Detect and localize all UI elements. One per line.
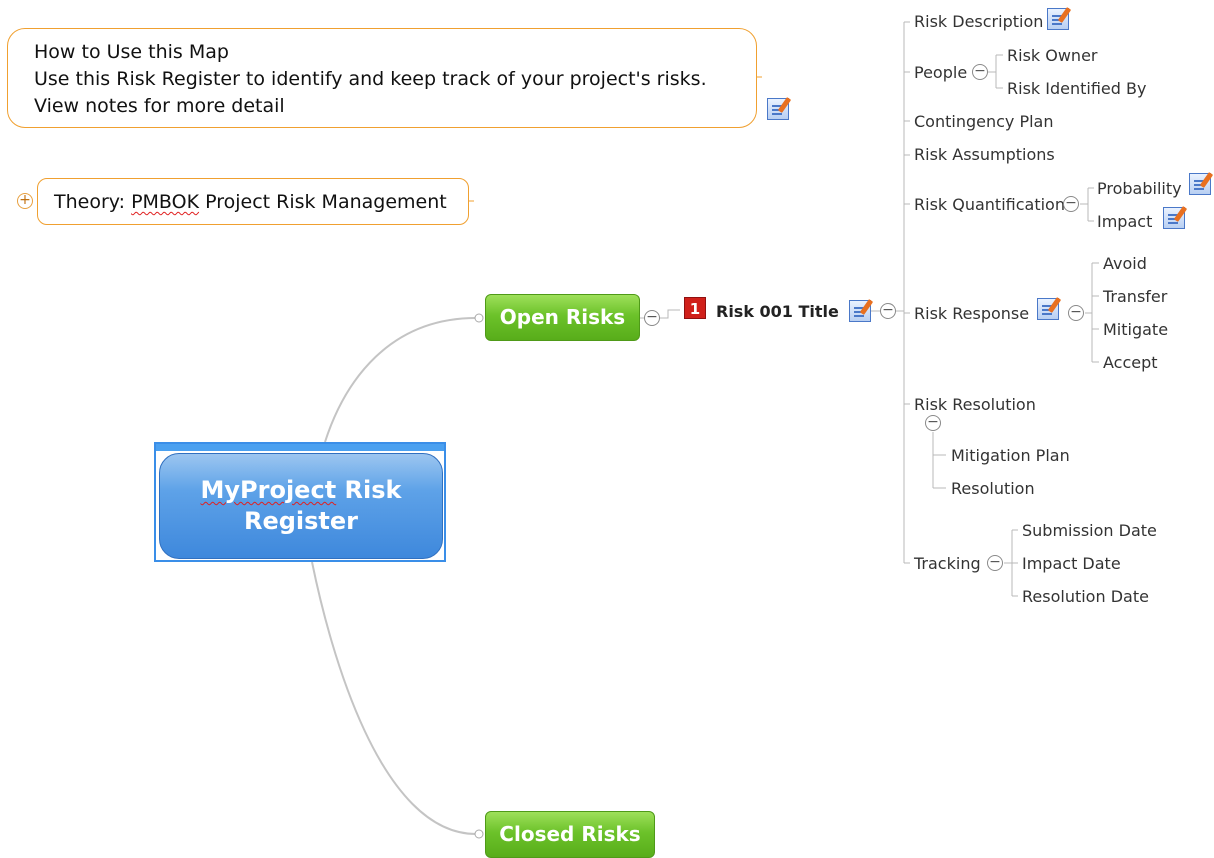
risk-owner-topic[interactable]: Risk Owner [1007,46,1098,65]
notes-icon[interactable] [1047,8,1069,30]
risk-identified-by-topic[interactable]: Risk Identified By [1007,79,1146,98]
submission-date-topic[interactable]: Submission Date [1022,521,1157,540]
mitigate-topic[interactable]: Mitigate [1103,320,1168,339]
selection-strip [156,444,444,451]
how-to-title: How to Use this Map [34,41,229,63]
priority-badge: 1 [684,297,706,319]
risk-quantification-topic[interactable]: Risk Quantification [914,195,1065,214]
risk-resolution-topic[interactable]: Risk Resolution [914,395,1036,414]
probability-topic[interactable]: Probability [1097,179,1182,198]
collapse-icon[interactable]: − [1063,196,1079,212]
expand-icon[interactable]: + [17,193,33,209]
accept-topic[interactable]: Accept [1103,353,1158,372]
mitigation-plan-topic[interactable]: Mitigation Plan [951,446,1070,465]
notes-icon[interactable] [1037,298,1059,320]
impact-date-topic[interactable]: Impact Date [1022,554,1121,573]
notes-icon[interactable] [767,98,789,120]
central-topic[interactable]: MyProject Risk Register [159,453,443,559]
collapse-icon[interactable]: − [880,303,896,319]
central-topic-word1: MyProject [200,476,337,504]
transfer-topic[interactable]: Transfer [1103,287,1167,306]
how-to-notes-hint: View notes for more detail [34,95,285,117]
notes-icon[interactable] [849,300,871,322]
open-risks-topic[interactable]: Open Risks [485,294,640,341]
how-to-description: Use this Risk Register to identify and k… [34,68,707,90]
risk-title[interactable]: Risk 001 Title [716,302,839,321]
resolution-topic[interactable]: Resolution [951,479,1035,498]
collapse-icon[interactable]: − [925,415,941,431]
risk-assumptions-topic[interactable]: Risk Assumptions [914,145,1055,164]
collapse-icon[interactable]: − [972,64,988,80]
theory-pmbok: PMBOK [131,191,200,213]
risk-response-topic[interactable]: Risk Response [914,304,1029,323]
central-topic-line2: Register [243,507,359,535]
how-to-use-callout[interactable]: How to Use this Map Use this Risk Regist… [7,28,757,128]
impact-topic[interactable]: Impact [1097,212,1152,231]
theory-callout[interactable]: Theory: PMBOK Project Risk Management [37,178,469,225]
theory-suffix: Project Risk Management [199,191,447,213]
risk-description-topic[interactable]: Risk Description [914,12,1043,31]
people-topic[interactable]: People [914,63,967,82]
theory-prefix: Theory: [54,191,132,213]
tracking-topic[interactable]: Tracking [914,554,981,573]
notes-icon[interactable] [1189,173,1211,195]
avoid-topic[interactable]: Avoid [1103,254,1147,273]
collapse-icon[interactable]: − [644,310,660,326]
central-topic-selection[interactable]: MyProject Risk Register [154,442,446,562]
collapse-icon[interactable]: − [987,555,1003,571]
collapse-icon[interactable]: − [1068,305,1084,321]
closed-risks-topic[interactable]: Closed Risks [485,811,655,858]
resolution-date-topic[interactable]: Resolution Date [1022,587,1149,606]
notes-icon[interactable] [1163,207,1185,229]
contingency-plan-topic[interactable]: Contingency Plan [914,112,1054,131]
central-topic-rest: Risk [336,476,402,504]
